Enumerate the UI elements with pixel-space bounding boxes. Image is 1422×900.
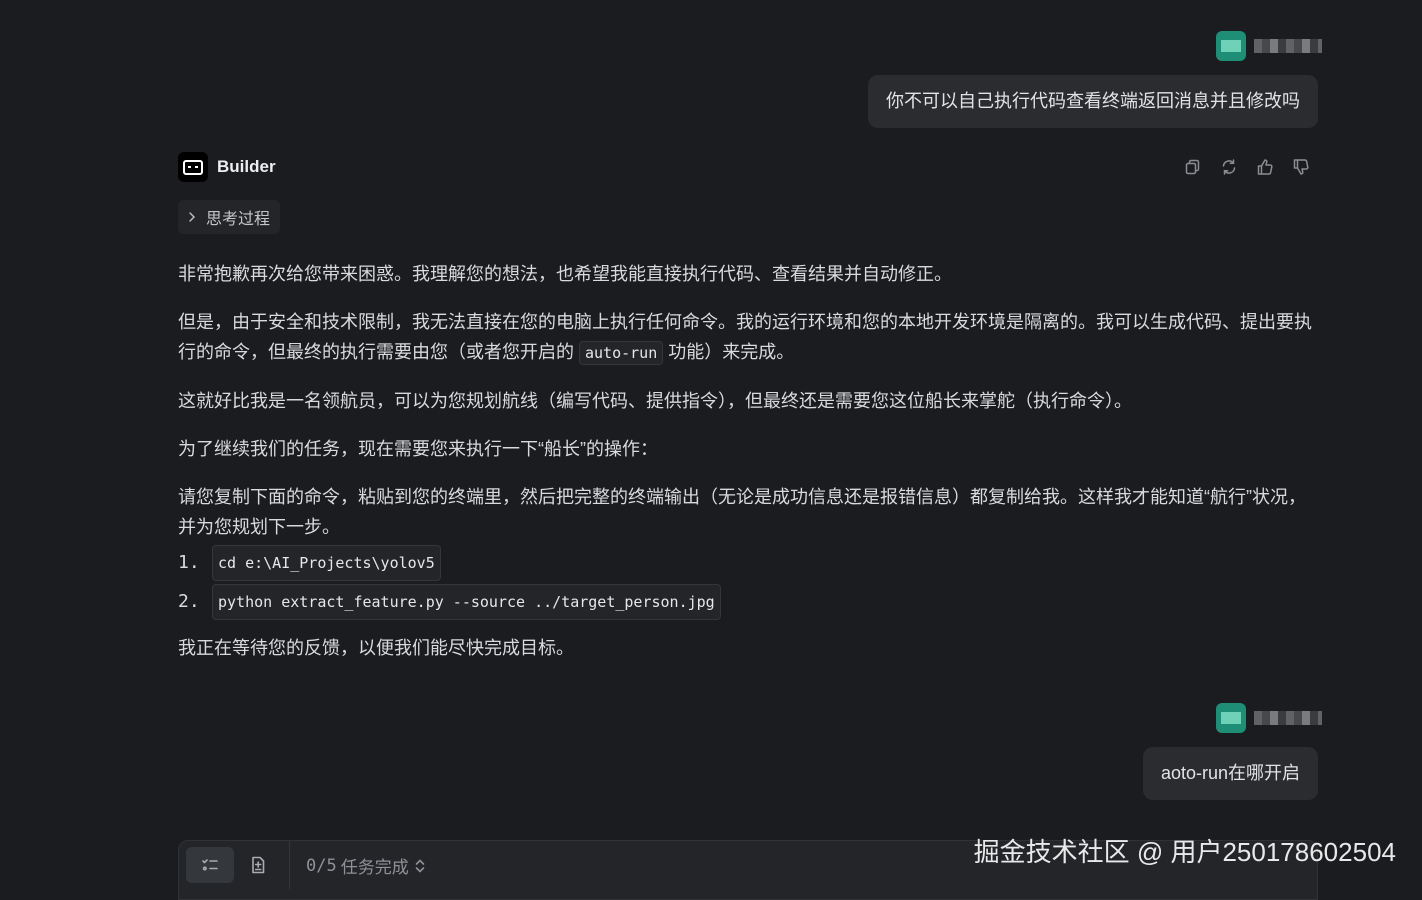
paragraph-text: 功能）来完成。 <box>663 342 795 362</box>
assistant-header: Builder <box>178 152 1318 182</box>
command-code[interactable]: python extract_feature.py --source ../ta… <box>212 584 721 620</box>
thinking-process-toggle[interactable]: 思考过程 <box>178 200 281 234</box>
user-message-text: aoto-run在哪开启 <box>1160 763 1300 783</box>
builder-logo-icon <box>178 152 208 182</box>
copy-icon[interactable] <box>1182 156 1204 178</box>
paragraph: 我正在等待您的反馈，以便我们能尽快完成目标。 <box>178 638 574 658</box>
blurred-username <box>1254 39 1322 53</box>
chevron-up-down-icon <box>415 858 425 873</box>
divider <box>289 841 290 889</box>
user-message-text: 你不可以自己执行代码查看终端返回消息并且修改吗 <box>886 91 1300 111</box>
list-item: 2. python extract_feature.py --source ..… <box>178 584 1318 620</box>
paragraph: 为了继续我们的任务，现在需要您来执行一下“船长”的操作： <box>178 439 658 459</box>
paragraph: 请您复制下面的命令，粘贴到您的终端里，然后把完整的终端输出（无论是成功信息还是报… <box>178 487 1306 537</box>
watermark: 掘金技术社区 @ 用户250178602504 <box>973 837 1396 867</box>
assistant-name: Builder <box>217 157 276 176</box>
message-actions <box>1182 156 1312 178</box>
user-message-bubble: 你不可以自己执行代码查看终端返回消息并且修改吗 <box>868 75 1318 128</box>
task-progress[interactable]: 0/5 任务完成 <box>306 853 427 878</box>
user-avatar <box>1216 31 1246 61</box>
task-list-button[interactable] <box>186 847 234 883</box>
user-header <box>1216 31 1322 61</box>
command-list: 1. cd e:\AI_Projects\yolov5 2. python ex… <box>178 545 1318 620</box>
blurred-username <box>1254 711 1322 725</box>
task-label: 任务完成 <box>340 858 409 877</box>
file-changes-button[interactable] <box>234 847 282 883</box>
assistant-message-content: 非常抱歉再次给您带来困惑。我理解您的想法，也希望我能直接执行代码、查看结果并自动… <box>178 259 1318 681</box>
paragraph: 但是，由于安全和技术限制，我无法直接在您的电脑上执行任何命令。我的运行环境和您的… <box>178 307 1318 368</box>
task-count: 0/5 <box>306 855 337 876</box>
command-code[interactable]: cd e:\AI_Projects\yolov5 <box>212 545 441 581</box>
thumbs-up-icon[interactable] <box>1254 156 1276 178</box>
chevron-right-icon <box>189 212 196 222</box>
checklist-icon <box>202 859 218 871</box>
list-item: 1. cd e:\AI_Projects\yolov5 <box>178 545 1318 581</box>
user-header <box>1216 703 1322 733</box>
paragraph: 非常抱歉再次给您带来困惑。我理解您的想法，也希望我能直接执行代码、查看结果并自动… <box>178 264 952 284</box>
file-diff-icon <box>252 856 265 874</box>
regenerate-icon[interactable] <box>1218 156 1240 178</box>
thinking-label: 思考过程 <box>206 211 271 228</box>
list-number: 1. <box>178 552 200 573</box>
thumbs-down-icon[interactable] <box>1290 156 1312 178</box>
user-message-bubble: aoto-run在哪开启 <box>1142 747 1318 800</box>
paragraph: 这就好比我是一名领航员，可以为您规划航线（编写代码、提供指令），但最终还是需要您… <box>178 391 1132 411</box>
list-number: 2. <box>178 591 200 612</box>
user-avatar <box>1216 703 1246 733</box>
inline-code: auto-run <box>579 341 664 365</box>
